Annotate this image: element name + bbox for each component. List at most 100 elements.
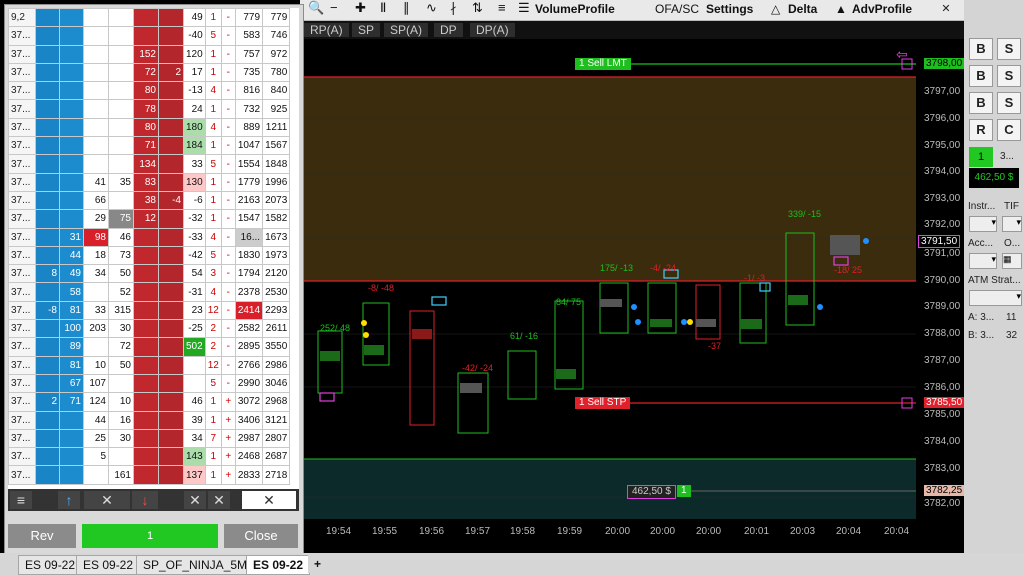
ladder-cell-n[interactable]: 2 — [204, 319, 222, 339]
ladder-cell-vol[interactable] — [83, 337, 109, 357]
ladder-cell-sig[interactable]: - — [220, 190, 236, 211]
ladder-cell-vol2[interactable] — [108, 62, 134, 83]
ladder-cell-ask2[interactable] — [158, 373, 184, 394]
ladder-cell-p1[interactable]: 2163 — [234, 190, 264, 211]
ladder-cell-price[interactable]: 37... — [8, 44, 36, 64]
ladder-cell-p2[interactable]: 2120 — [262, 264, 291, 284]
ladder-cell-bid2[interactable] — [59, 447, 84, 467]
ladder-cell-n[interactable]: 1 — [204, 172, 222, 192]
ladder-cell-vol2[interactable]: 315 — [108, 300, 134, 321]
ladder-cell-bid2[interactable] — [59, 62, 84, 83]
ladder-cell-ask2[interactable] — [158, 8, 184, 28]
ladder-cell-vol2[interactable] — [108, 447, 134, 467]
ladder-cell-n[interactable]: 4 — [204, 227, 222, 247]
ladder-cell-vol[interactable]: 44 — [83, 410, 109, 430]
ladder-cell-d[interactable]: 143 — [183, 447, 206, 467]
tab-es-09-22[interactable]: ES 09-22 — [18, 555, 83, 575]
ladder-row[interactable]: 37... 5 143 1 +2468 2687 — [8, 447, 291, 467]
ladder-cell-bid[interactable]: 8 — [35, 264, 60, 284]
ladder-cell-sig[interactable]: + — [220, 428, 236, 449]
ladder-cell-price[interactable]: 37... — [8, 465, 36, 485]
ladder-cell-vol2[interactable] — [108, 373, 134, 394]
ladder-cell-sig[interactable]: + — [220, 392, 236, 412]
ladder-cell-ask[interactable] — [133, 465, 159, 485]
sell-stp-label[interactable]: 1 Sell STP — [575, 397, 631, 409]
ladder-cell-ask2[interactable] — [158, 337, 184, 357]
ladder-cell-p2[interactable]: 1673 — [262, 227, 291, 247]
ladder-cell-price[interactable]: 37... — [8, 190, 36, 211]
ladder-row[interactable]: 37... 29 75 12 -32 1-1547 1582 — [8, 209, 291, 229]
ladder-cell-ask2[interactable]: -4 — [158, 190, 184, 211]
ladder-cell-ask2[interactable] — [158, 209, 184, 229]
layout-icon[interactable]: ≡ — [498, 0, 506, 15]
ladder-cell-bid2[interactable]: 89 — [59, 337, 84, 357]
ladder-cell-price[interactable]: 37... — [8, 373, 36, 394]
ladder-cell-ask2[interactable] — [158, 319, 184, 339]
ladder-cell-vol[interactable]: 107 — [83, 373, 109, 394]
ladder-cell-ask[interactable] — [133, 447, 159, 467]
ladder-cell-p2[interactable]: 2968 — [262, 392, 291, 412]
ladder-cell-ask[interactable]: 12 — [133, 209, 159, 229]
ladder-cell-d[interactable]: 46 — [183, 392, 206, 412]
ladder-cell-n[interactable]: 5 — [204, 154, 222, 174]
ladder-cell-ask2[interactable] — [158, 117, 184, 138]
scale-icon[interactable]: ⇅ — [472, 0, 483, 16]
ladder-row[interactable]: 37... 89 72 502 2-2895 3550 — [8, 337, 291, 357]
menu-icon[interactable]: ☰ — [518, 0, 530, 16]
ladder-cell-p2[interactable]: 1567 — [262, 136, 291, 156]
ladder-cell-p1[interactable]: 816 — [234, 81, 264, 101]
ladder-cell-n[interactable]: 1 — [204, 99, 222, 119]
ladder-cell-n[interactable]: 3 — [204, 264, 222, 284]
ladder-cell-sig[interactable]: - — [220, 99, 236, 119]
ladder-cell-price[interactable]: 37... — [8, 300, 36, 321]
ladder-cell-n[interactable]: 1 — [204, 209, 222, 229]
ladder-cell-vol2[interactable] — [108, 81, 134, 101]
ladder-cell-p2[interactable]: 1848 — [262, 154, 291, 174]
ladder-cell-bid[interactable] — [35, 81, 60, 101]
ladder-cell-sig[interactable]: - — [220, 8, 236, 28]
ladder-cell-bid2[interactable]: 49 — [59, 264, 84, 284]
ladder-cell-sig[interactable]: - — [220, 81, 236, 101]
ladder-cell-bid2[interactable] — [59, 136, 84, 156]
tab-es-09-22[interactable]: ES 09-22 — [76, 555, 141, 575]
ladder-cell-vol[interactable]: 5 — [83, 447, 109, 467]
crosshair-icon[interactable]: ✚ — [355, 0, 366, 16]
settings-button[interactable]: Settings — [706, 2, 753, 16]
ladder-cell-ask[interactable] — [133, 337, 159, 357]
ladder-cell-vol2[interactable] — [108, 136, 134, 156]
ladder-cell-p1[interactable]: 2895 — [234, 337, 264, 357]
ladder-cell-ask[interactable]: 80 — [133, 117, 159, 138]
ladder-row[interactable]: 37... 2 71 124 10 46 1 +3072 2968 — [8, 392, 291, 412]
ladder-cell-p1[interactable]: 732 — [234, 99, 264, 119]
position-qty[interactable]: 1 — [677, 485, 691, 497]
ladder-cell-vol[interactable] — [83, 282, 109, 302]
drawing-icon[interactable]: ∿ — [426, 0, 437, 16]
ladder-cell-d[interactable]: -13 — [183, 81, 206, 101]
ladder-cell-p2[interactable]: 2293 — [262, 300, 291, 321]
zoom-icon[interactable]: 🔍 — [308, 0, 324, 16]
ladder-cell-d[interactable] — [183, 373, 206, 394]
ladder-cell-p1[interactable]: 583 — [234, 26, 264, 46]
ladder-cell-vol2[interactable]: 46 — [108, 227, 134, 247]
ladder-cell-bid[interactable] — [35, 337, 60, 357]
ladder-cell-bid2[interactable] — [59, 172, 84, 192]
ladder-cell-vol2[interactable] — [108, 44, 134, 64]
tab-es-09-22-active[interactable]: ES 09-22 — [246, 555, 311, 575]
ladder-cell-p2[interactable]: 1211 — [262, 117, 291, 138]
atm-strategy-select[interactable]: ▾ — [969, 290, 1022, 306]
ladder-cell-vol[interactable]: 29 — [83, 209, 109, 229]
sell-button[interactable]: S — [997, 38, 1021, 60]
ladder-cell-vol[interactable]: 66 — [83, 190, 109, 211]
ladder-cell-price[interactable]: 37... — [8, 428, 36, 449]
ladder-cell-n[interactable]: 5 — [204, 26, 222, 46]
reverse-button[interactable]: R — [969, 119, 993, 141]
ladder-cell-vol[interactable]: 10 — [83, 355, 109, 375]
ladder-cell-ask[interactable]: 134 — [133, 154, 159, 174]
ladder-cell-p2[interactable]: 780 — [262, 62, 291, 83]
ladder-cell-ask2[interactable] — [158, 392, 184, 412]
ladder-cell-vol[interactable] — [83, 465, 109, 485]
ladder-cell-d[interactable]: 184 — [183, 136, 206, 156]
ladder-cell-bid[interactable] — [35, 154, 60, 174]
ladder-cell-p1[interactable]: 1554 — [234, 154, 264, 174]
ladder-cell-sig[interactable]: - — [220, 172, 236, 192]
